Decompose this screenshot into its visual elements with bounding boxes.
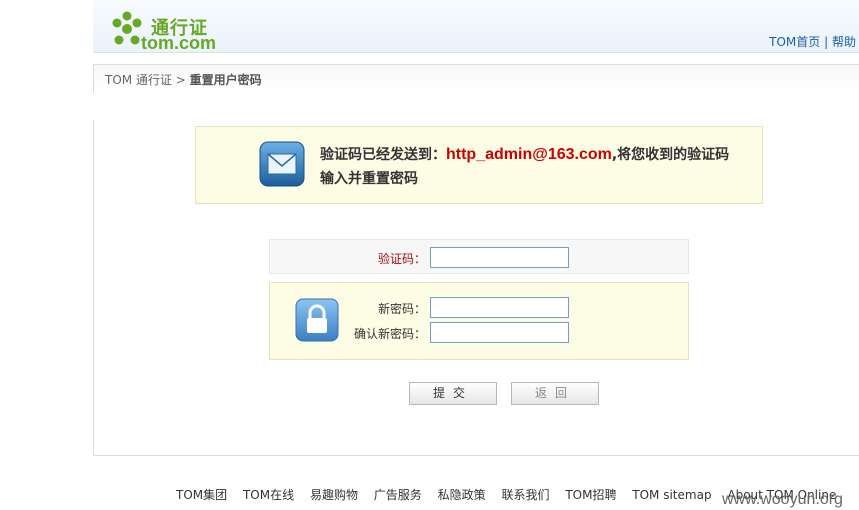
footer-link-jobs[interactable]: TOM招聘 (565, 488, 616, 502)
footer-link-privacy[interactable]: 私隐政策 (438, 488, 486, 502)
new-password-input[interactable] (430, 297, 569, 318)
notice-text: 验证码已经发送到：http_admin@163.com,将您收到的验证码输入并重… (320, 143, 740, 191)
logo-domain: tom.com (141, 33, 217, 53)
footer-link-ad-service[interactable]: 广告服务 (374, 488, 422, 502)
password-panel: 新密码： 确认新密码： (269, 282, 689, 360)
footer-link-sitemap[interactable]: TOM sitemap (632, 488, 711, 502)
footer-link-eachnet[interactable]: 易趣购物 (310, 488, 358, 502)
top-links: TOM首页 | 帮助 (769, 33, 856, 50)
tom-logo-icon (112, 11, 142, 45)
breadcrumb-separator: > (171, 73, 190, 87)
footer-link-contact[interactable]: 联系我们 (501, 488, 549, 502)
verification-code-label: 验证码： (377, 252, 426, 266)
verification-code-input[interactable] (430, 247, 569, 268)
breadcrumb-root[interactable]: TOM 通行证 (105, 73, 172, 87)
confirm-password-input[interactable] (430, 322, 569, 343)
confirm-password-label: 确认新密码： (353, 327, 426, 341)
notice-prefix: 验证码已经发送到： (320, 147, 446, 163)
breadcrumb-current: 重置用户密码 (189, 73, 262, 87)
watermark-text: www.wooyun.org (722, 491, 843, 508)
top-links-separator: | (824, 35, 829, 49)
submit-button[interactable]: 提交 (409, 382, 497, 405)
footer-link-tom-online[interactable]: TOM在线 (243, 488, 294, 502)
site-header: 通行证 tom.com TOM首页 | 帮助 (93, 0, 859, 53)
breadcrumb: TOM 通行证 > 重置用户密码 (105, 71, 262, 88)
verification-code-row: 验证码： (269, 239, 689, 274)
back-button[interactable]: 返回 (511, 382, 599, 405)
mail-icon (259, 141, 305, 187)
new-password-label: 新密码： (377, 302, 426, 316)
breadcrumb-bar: TOM 通行证 > 重置用户密码 (93, 64, 859, 93)
footer-link-tom-group[interactable]: TOM集团 (176, 488, 227, 502)
tom-logo[interactable]: 通行证 tom.com (111, 9, 231, 53)
notice-email: http_admin@163.com (446, 146, 612, 163)
notice-panel: 验证码已经发送到：http_admin@163.com,将您收到的验证码输入并重… (195, 126, 763, 204)
tom-home-link[interactable]: TOM首页 (769, 35, 820, 49)
help-link[interactable]: 帮助 (832, 35, 856, 49)
